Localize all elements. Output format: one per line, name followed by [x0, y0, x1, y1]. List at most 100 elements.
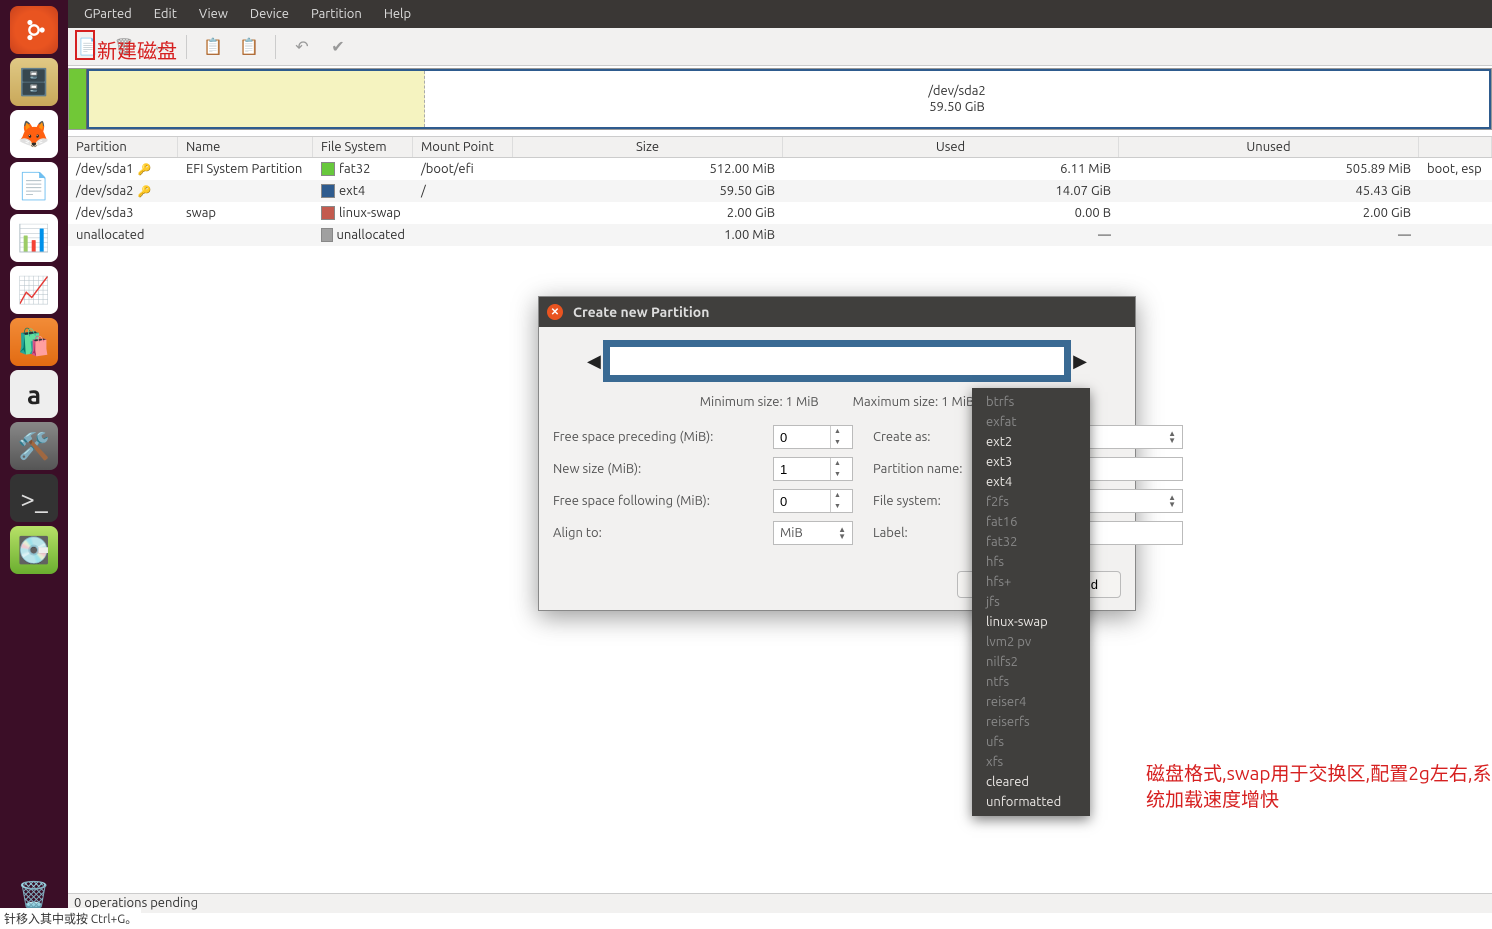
input-free-following[interactable]: ▲▼ — [773, 489, 853, 513]
fs-swatch-icon — [321, 184, 335, 198]
undo-button[interactable]: ↶ — [288, 33, 316, 61]
launcher-impress[interactable]: 📈 — [10, 266, 58, 314]
fs-option-ext4[interactable]: ext4 — [972, 472, 1090, 492]
toolbar-separator — [275, 35, 276, 59]
launcher-settings[interactable]: 🛠️ — [10, 422, 58, 470]
combo-align[interactable]: MiB▲▼ — [773, 521, 853, 545]
table-row[interactable]: /dev/sda2 🔑ext4/59.50 GiB14.07 GiB45.43 … — [68, 180, 1492, 202]
spin-up-icon[interactable]: ▲ — [831, 426, 844, 437]
cell-flags: boot, esp — [1419, 160, 1492, 178]
cell-mount — [413, 211, 513, 215]
menu-view[interactable]: View — [189, 3, 238, 25]
cell-used: — — [783, 226, 1119, 244]
cell-flags — [1419, 211, 1492, 215]
close-icon[interactable]: ✕ — [547, 304, 563, 320]
combo-align-value: MiB — [780, 526, 803, 540]
fs-option-ufs: ufs — [972, 732, 1090, 752]
lock-icon: 🔑 — [138, 163, 152, 176]
launcher-terminal[interactable]: >_ — [10, 474, 58, 522]
fs-option-exfat: exfat — [972, 412, 1090, 432]
launcher-writer[interactable]: 📄 — [10, 162, 58, 210]
cell-partition: /dev/sda3 — [68, 204, 178, 222]
launcher-amazon[interactable]: a — [10, 370, 58, 418]
fs-option-reiser4: reiser4 — [972, 692, 1090, 712]
cell-flags — [1419, 189, 1492, 193]
cell-fs: linux-swap — [313, 204, 413, 222]
disk-map-label: /dev/sda2 59.50 GiB — [425, 71, 1489, 127]
toolbar: 📄 🗑 ↔ 📋 📋 ↶ ✔ — [68, 28, 1492, 66]
paste-button[interactable]: 📋 — [235, 33, 263, 61]
spin-down-icon[interactable]: ▼ — [831, 437, 844, 448]
input-free-preceding-field[interactable] — [774, 428, 830, 447]
partition-slider[interactable]: ◀ ▶ — [585, 337, 1089, 385]
fs-option-fat32: fat32 — [972, 532, 1090, 552]
slider-right-arrow-icon[interactable]: ▶ — [1071, 351, 1089, 372]
menu-edit[interactable]: Edit — [144, 3, 187, 25]
slider-left-arrow-icon[interactable]: ◀ — [585, 351, 603, 372]
input-free-preceding[interactable]: ▲▼ — [773, 425, 853, 449]
col-fs[interactable]: File System — [313, 137, 413, 157]
spin-down-icon[interactable]: ▼ — [831, 501, 844, 512]
fs-option-cleared[interactable]: cleared — [972, 772, 1090, 792]
launcher-dash[interactable] — [10, 6, 58, 54]
launcher-gparted[interactable]: 💽 — [10, 526, 58, 574]
cell-size: 2.00 GiB — [513, 204, 783, 222]
min-size-label: Minimum size: 1 MiB — [700, 395, 819, 409]
cell-fs: fat32 — [313, 160, 413, 178]
input-new-size-field[interactable] — [774, 460, 830, 479]
disk-map-sda1[interactable] — [69, 69, 87, 129]
menu-device[interactable]: Device — [240, 3, 299, 25]
fs-option-nilfs2: nilfs2 — [972, 652, 1090, 672]
table-row[interactable]: /dev/sda1 🔑EFI System Partitionfat32/boo… — [68, 158, 1492, 180]
cell-partition: /dev/sda2 🔑 — [68, 182, 178, 200]
col-mount[interactable]: Mount Point — [413, 137, 513, 157]
col-unused[interactable]: Unused — [1119, 137, 1419, 157]
fs-option-btrfs: btrfs — [972, 392, 1090, 412]
table-row[interactable]: unallocatedunallocated1.00 MiB—— — [68, 224, 1492, 246]
input-new-size[interactable]: ▲▼ — [773, 457, 853, 481]
fs-option-hfs-: hfs+ — [972, 572, 1090, 592]
fs-option-jfs: jfs — [972, 592, 1090, 612]
disk-map[interactable]: /dev/sda2 59.50 GiB — [68, 68, 1492, 130]
cell-name: swap — [178, 204, 313, 222]
spin-down-icon[interactable]: ▼ — [831, 469, 844, 480]
browser-caption: 针移入其中或按 Ctrl+G。 — [0, 908, 141, 929]
col-size[interactable]: Size — [513, 137, 783, 157]
fs-option-linux-swap[interactable]: linux-swap — [972, 612, 1090, 632]
cell-used: 14.07 GiB — [783, 182, 1119, 200]
slider-track[interactable] — [603, 340, 1071, 382]
launcher-software[interactable]: 🛍️ — [10, 318, 58, 366]
input-free-following-field[interactable] — [774, 492, 830, 511]
filesystem-dropdown[interactable]: btrfsexfatext2ext3ext4f2fsfat16fat32hfsh… — [972, 388, 1090, 816]
table-row[interactable]: /dev/sda3swaplinux-swap2.00 GiB0.00 B2.0… — [68, 202, 1492, 224]
fs-option-unformatted[interactable]: unformatted — [972, 792, 1090, 812]
launcher-firefox[interactable]: 🦊 — [10, 110, 58, 158]
launcher-calc[interactable]: 📊 — [10, 214, 58, 262]
spin-up-icon[interactable]: ▲ — [831, 458, 844, 469]
fs-option-ext2[interactable]: ext2 — [972, 432, 1090, 452]
cell-unused: 45.43 GiB — [1119, 182, 1419, 200]
annotation-new-disk: 新建磁盘 — [97, 35, 177, 64]
col-used[interactable]: Used — [783, 137, 1119, 157]
fs-swatch-icon — [321, 228, 333, 242]
copy-button[interactable]: 📋 — [199, 33, 227, 61]
col-name[interactable]: Name — [178, 137, 313, 157]
cell-unused: 505.89 MiB — [1119, 160, 1419, 178]
menu-partition[interactable]: Partition — [301, 3, 372, 25]
menubar: GParted Edit View Device Partition Help — [68, 0, 1492, 28]
launcher-files[interactable]: 🗄️ — [10, 58, 58, 106]
col-partition[interactable]: Partition — [68, 137, 178, 157]
fs-option-ext3[interactable]: ext3 — [972, 452, 1090, 472]
spin-up-icon[interactable]: ▲ — [831, 490, 844, 501]
label-new-size: New size (MiB): — [553, 462, 753, 476]
col-flags[interactable] — [1419, 137, 1492, 157]
label-free-preceding: Free space preceding (MiB): — [553, 430, 753, 444]
apply-button[interactable]: ✔ — [324, 33, 352, 61]
cell-flags — [1419, 233, 1492, 237]
menu-gparted[interactable]: GParted — [74, 3, 142, 25]
disk-map-sda2[interactable]: /dev/sda2 59.50 GiB — [87, 69, 1491, 129]
cell-name: EFI System Partition — [178, 160, 313, 178]
menu-help[interactable]: Help — [374, 3, 421, 25]
fs-swatch-icon — [321, 162, 335, 176]
dialog-titlebar[interactable]: ✕ Create new Partition — [539, 297, 1135, 327]
